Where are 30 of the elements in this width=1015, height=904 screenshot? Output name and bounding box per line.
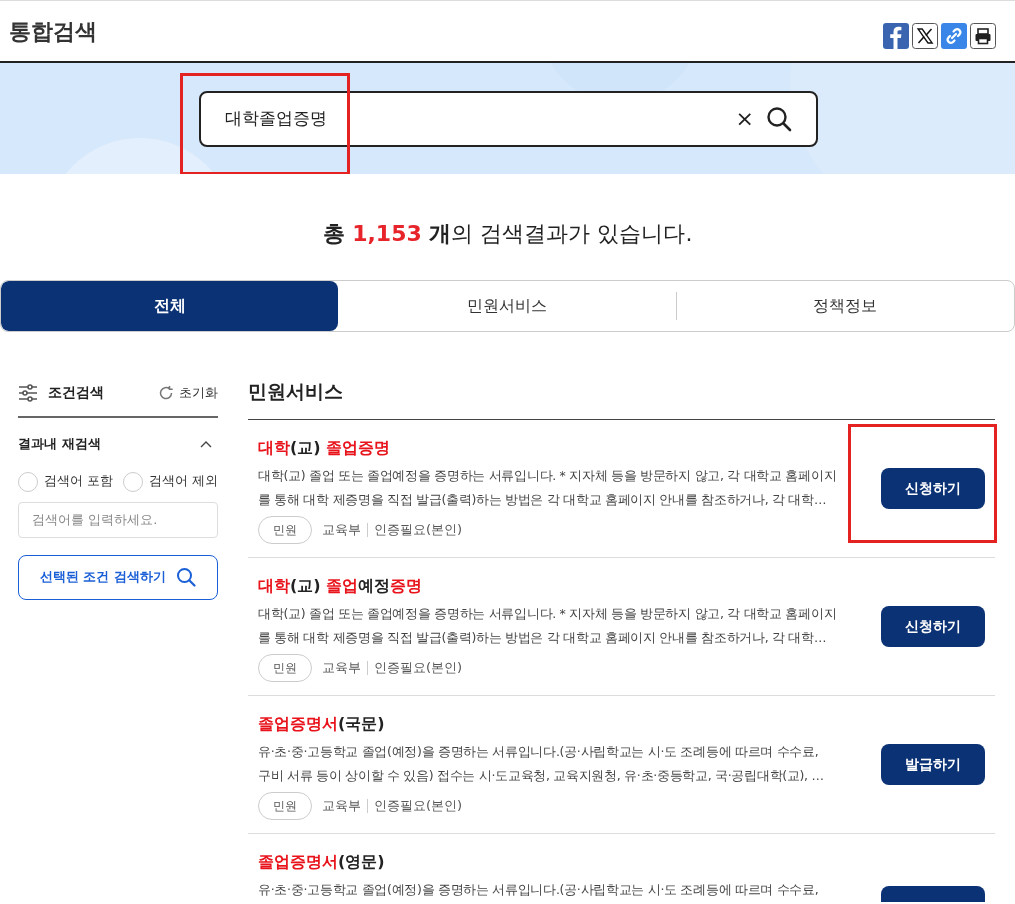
search-field[interactable]: 대학졸업증명 × bbox=[199, 90, 818, 147]
page-title: 통합검색 bbox=[9, 17, 97, 46]
auth-label: 인증필요(본인) bbox=[367, 522, 463, 537]
result-description: 유·초·중·고등학교 졸업(예정)을 증명하는 서류입니다.(공·사립학교는 시·도 조례등에 따르며 수수료, 구비 서류 등이 상이할 수 있음) 접수는 시·도교육청, 교육지원청, 유·초·중등학교, 국·공립대학(교), … bbox=[258, 742, 824, 785]
section-label: 결과내 재검색 bbox=[18, 435, 101, 453]
apply-button[interactable]: 신청하기 bbox=[881, 605, 985, 647]
result-title-link[interactable]: 졸업증명서(국문) bbox=[258, 711, 824, 736]
section-title: 민원서비스 bbox=[248, 382, 995, 420]
radio-option[interactable]: 검색어 포함 bbox=[18, 471, 113, 492]
keyword-field[interactable]: 검색어를 입력하세요. bbox=[18, 501, 218, 538]
result-count-text: 총 1,153 개의 검색결과가 있습니다. bbox=[321, 220, 694, 248]
ministry-label: 교육부 bbox=[322, 520, 361, 539]
sidebar-title: 조건검색 bbox=[48, 383, 104, 402]
radio-option[interactable]: 검색어 제외 bbox=[123, 471, 218, 492]
auth-label: 인증필요(본인) bbox=[367, 660, 463, 675]
condition-search-button[interactable]: 선택된 조건 검색하기 bbox=[18, 554, 218, 600]
apply-button[interactable]: 발급하기 bbox=[881, 743, 985, 785]
apply-button[interactable]: 신청하기 bbox=[881, 467, 985, 509]
tab[interactable]: 전체 bbox=[1, 281, 339, 331]
clear-button[interactable]: × bbox=[735, 107, 754, 130]
result-title-link[interactable]: 졸업증명서(영문) bbox=[258, 849, 819, 874]
result-description: 대학(교) 졸업 또는 졸업예정을 증명하는 서류입니다. * 지자체 등을 방문하지 않고, 각 대학교 홈페이지 를 통해 대학 제증명을 직접 발급(출력)하는 방법은 각 대학교 홈페이지 안내를 참조하거나, 각 대학… bbox=[258, 604, 837, 647]
auth-label: 인증필요(본인) bbox=[367, 798, 463, 813]
result-title-link[interactable]: 대학(교) 졸업증명 bbox=[258, 435, 837, 460]
result-title-link[interactable]: 대학(교) 졸업예정증명 bbox=[258, 573, 837, 598]
ministry-label: 교육부 bbox=[322, 658, 361, 677]
result-description: 대학(교) 졸업 또는 졸업예정을 증명하는 서류입니다. * 지자체 등을 방문하지 않고, 각 대학교 홈페이지 를 통해 대학 제증명을 직접 발급(출력)하는 방법은 각 대학교 홈페이지 안내를 참조하거나, 각 대학… bbox=[258, 466, 837, 509]
result-description: 유·초·중·고등학교 졸업(예정)을 증명하는 서류입니다.(공·사립학교는 시·도 조례등에 따르며 수수료, bbox=[258, 880, 819, 899]
reset-button[interactable]: 초기화 bbox=[158, 382, 218, 403]
ministry-label: 교육부 bbox=[322, 796, 361, 815]
